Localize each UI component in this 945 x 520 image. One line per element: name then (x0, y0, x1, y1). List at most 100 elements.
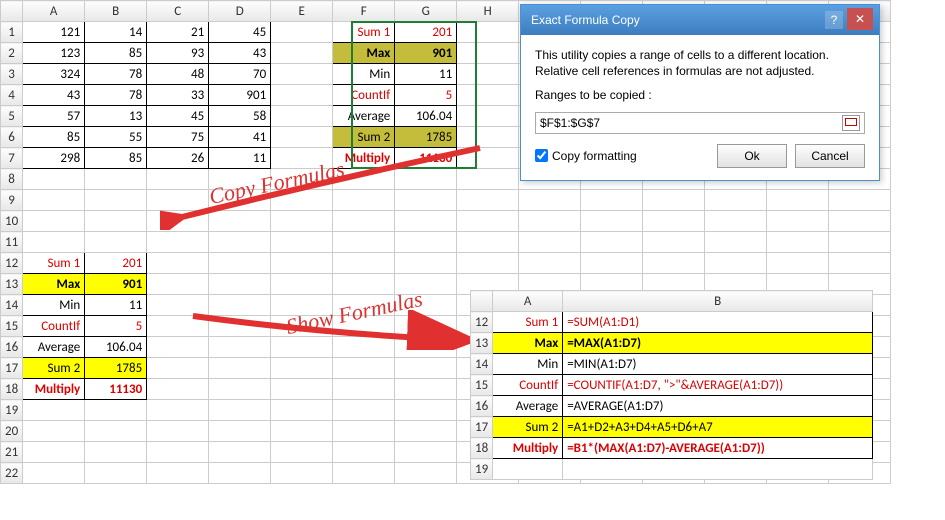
copy-formatting-checkbox[interactable] (535, 149, 548, 162)
cell-H10[interactable] (457, 211, 519, 232)
cell-D3[interactable]: 70 (209, 64, 271, 85)
row-header-15[interactable]: 15 (1, 316, 23, 337)
cell-F16[interactable] (333, 337, 395, 358)
cell-E11[interactable] (271, 232, 333, 253)
cell-E1[interactable] (271, 22, 333, 43)
cell-N11[interactable] (829, 232, 891, 253)
cell-I9[interactable] (519, 190, 581, 211)
cell-F19[interactable] (333, 400, 395, 421)
row-header-3[interactable]: 3 (1, 64, 23, 85)
cell-G3[interactable]: 11 (395, 64, 457, 85)
cell-C14[interactable] (147, 295, 209, 316)
cell-D10[interactable] (209, 211, 271, 232)
cell-B15[interactable]: 5 (85, 316, 147, 337)
row-header-13[interactable]: 13 (1, 274, 23, 295)
cell-D20[interactable] (209, 421, 271, 442)
cell-E9[interactable] (271, 190, 333, 211)
cell-H4[interactable] (457, 85, 519, 106)
ok-button[interactable]: Ok (717, 144, 787, 168)
row-header-7[interactable]: 7 (1, 148, 23, 169)
cell-K10[interactable] (643, 211, 705, 232)
cell-A1[interactable]: 121 (23, 22, 85, 43)
cell-B11[interactable] (85, 232, 147, 253)
cell-A2[interactable]: 123 (23, 43, 85, 64)
cell-A17[interactable]: Sum 2 (23, 358, 85, 379)
cell-G2[interactable]: 901 (395, 43, 457, 64)
row-header2-19[interactable]: 19 (471, 459, 493, 480)
cell2-B15[interactable]: =COUNTIF(A1:D7, ">"&AVERAGE(A1:D7)) (563, 375, 873, 396)
cell-L11[interactable] (705, 232, 767, 253)
cell-G5[interactable]: 106.04 (395, 106, 457, 127)
cell-F12[interactable] (333, 253, 395, 274)
row-header2-13[interactable]: 13 (471, 333, 493, 354)
cell-E16[interactable] (271, 337, 333, 358)
cell-F1[interactable]: Sum 1 (333, 22, 395, 43)
cell-C17[interactable] (147, 358, 209, 379)
cell-A20[interactable] (23, 421, 85, 442)
range-input[interactable] (540, 116, 842, 130)
cell-C21[interactable] (147, 442, 209, 463)
col-header-G[interactable]: G (395, 1, 457, 22)
row-header2-18[interactable]: 18 (471, 438, 493, 459)
cell-A8[interactable] (23, 169, 85, 190)
cell2-B13[interactable]: =MAX(A1:D7) (563, 333, 873, 354)
cell-A15[interactable]: CountIf (23, 316, 85, 337)
cell-K9[interactable] (643, 190, 705, 211)
cell-G12[interactable] (395, 253, 457, 274)
cell-B10[interactable] (85, 211, 147, 232)
row-header-18[interactable]: 18 (1, 379, 23, 400)
cell-F18[interactable] (333, 379, 395, 400)
cell-C7[interactable]: 26 (147, 148, 209, 169)
cell-E2[interactable] (271, 43, 333, 64)
cell-E4[interactable] (271, 85, 333, 106)
cell-M9[interactable] (767, 190, 829, 211)
cell-M10[interactable] (767, 211, 829, 232)
row-header-11[interactable]: 11 (1, 232, 23, 253)
cell-F14[interactable] (333, 295, 395, 316)
cell-F10[interactable] (333, 211, 395, 232)
cell-I10[interactable] (519, 211, 581, 232)
row-header-21[interactable]: 21 (1, 442, 23, 463)
row-header2-17[interactable]: 17 (471, 417, 493, 438)
cell-G13[interactable] (395, 274, 457, 295)
row-header2-15[interactable]: 15 (471, 375, 493, 396)
range-picker-icon[interactable] (842, 115, 860, 131)
cell-F6[interactable]: Sum 2 (333, 127, 395, 148)
cell2-A18[interactable]: Multiply (493, 438, 563, 459)
cell-B20[interactable] (85, 421, 147, 442)
cell-E13[interactable] (271, 274, 333, 295)
row-header-9[interactable]: 9 (1, 190, 23, 211)
cell-D2[interactable]: 43 (209, 43, 271, 64)
cell-A12[interactable]: Sum 1 (23, 253, 85, 274)
cell-G4[interactable]: 5 (395, 85, 457, 106)
cell-B18[interactable]: 11130 (85, 379, 147, 400)
cell-G7[interactable]: 11130 (395, 148, 457, 169)
cell-D4[interactable]: 901 (209, 85, 271, 106)
cell2-A16[interactable]: Average (493, 396, 563, 417)
col-header-B[interactable]: B (85, 1, 147, 22)
cell-G22[interactable] (395, 463, 457, 484)
cell-C8[interactable] (147, 169, 209, 190)
cell-B12[interactable]: 201 (85, 253, 147, 274)
cell-M12[interactable] (767, 253, 829, 274)
cell-A7[interactable]: 298 (23, 148, 85, 169)
cell-J9[interactable] (581, 190, 643, 211)
cell-B21[interactable] (85, 442, 147, 463)
col-header2-A[interactable]: A (493, 291, 563, 312)
row-header-19[interactable]: 19 (1, 400, 23, 421)
cell-F20[interactable] (333, 421, 395, 442)
row-header-5[interactable]: 5 (1, 106, 23, 127)
row-header-17[interactable]: 17 (1, 358, 23, 379)
cell-F22[interactable] (333, 463, 395, 484)
cell-L9[interactable] (705, 190, 767, 211)
cell-N12[interactable] (829, 253, 891, 274)
cell-F15[interactable] (333, 316, 395, 337)
cell-D5[interactable]: 58 (209, 106, 271, 127)
cell-F7[interactable]: Multiply (333, 148, 395, 169)
cell-E7[interactable] (271, 148, 333, 169)
cell-D6[interactable]: 41 (209, 127, 271, 148)
cell-F8[interactable] (333, 169, 395, 190)
cell2-A19[interactable] (493, 459, 563, 480)
cell-J12[interactable] (581, 253, 643, 274)
cell-C20[interactable] (147, 421, 209, 442)
